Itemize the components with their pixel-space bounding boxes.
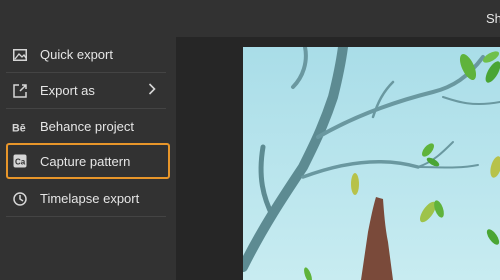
svg-text:Bē: Bē xyxy=(12,122,26,133)
menu-item-timelapse-export[interactable]: Timelapse export xyxy=(6,181,166,217)
menu-item-label: Quick export xyxy=(40,47,113,62)
menu-item-label: Timelapse export xyxy=(40,191,140,206)
menu-item-capture-pattern[interactable]: Ca Capture pattern xyxy=(6,143,170,179)
behance-icon: Bē xyxy=(12,119,28,135)
artwork-canvas[interactable] xyxy=(243,47,500,280)
export-arrow-icon xyxy=(12,83,28,99)
top-bar: Sha xyxy=(0,0,500,37)
menu-item-quick-export[interactable]: Quick export xyxy=(6,37,166,73)
menu-item-label: Export as xyxy=(40,83,95,98)
capture-icon: Ca xyxy=(12,153,28,169)
chevron-right-icon xyxy=(148,83,162,98)
menu-item-behance-project[interactable]: Bē Behance project xyxy=(6,109,166,145)
export-menu: Quick export Export as Bē Behance projec… xyxy=(0,37,176,280)
leaf xyxy=(351,173,359,195)
svg-text:Ca: Ca xyxy=(15,158,26,167)
clock-icon xyxy=(12,191,28,207)
share-button[interactable]: Sha xyxy=(486,11,500,26)
image-icon xyxy=(12,47,28,63)
menu-item-label: Capture pattern xyxy=(40,153,131,169)
menu-item-export-as[interactable]: Export as xyxy=(6,73,166,109)
menu-item-label: Behance project xyxy=(40,119,134,134)
